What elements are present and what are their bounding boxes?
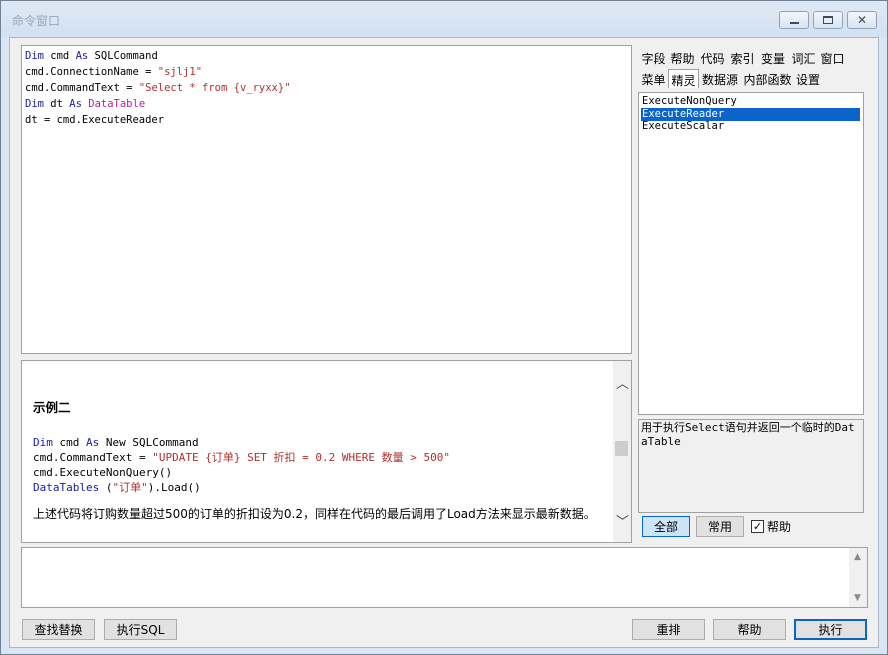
scroll-thumb[interactable] (615, 441, 628, 456)
minimize-button[interactable] (779, 11, 809, 29)
help-checkbox-label: 帮助 (767, 520, 792, 534)
scroll-down-icon[interactable]: ﹀ (616, 511, 629, 530)
code-token: As (75, 50, 89, 62)
tab-4[interactable]: 变量 (758, 48, 788, 67)
output-scrollbar[interactable]: ▲ ▼ (849, 548, 867, 607)
code-token: ( (99, 481, 113, 494)
code-token: As (69, 98, 82, 110)
code-token: cmd.CommandText = (33, 451, 153, 464)
find-replace-button[interactable]: 查找替换 (22, 619, 95, 640)
code-line: cmd.ExecuteNonQuery() (33, 465, 609, 480)
method-list[interactable]: ExecuteNonQuery ExecuteReader ExecuteScala… (638, 92, 864, 415)
code-token: "UPDATE {订单} SET 折扣 = 0.2 WHERE 数量 > 500… (152, 451, 451, 464)
code-line: Dim cmd As New SQLCommand (33, 435, 609, 450)
help-pane[interactable]: 示例二 Dim cmd As New SQLCommand cmd.Command… (21, 360, 632, 543)
maximize-button[interactable] (813, 11, 843, 29)
maximize-icon (823, 16, 833, 24)
tab-2[interactable]: 代码 (698, 48, 727, 67)
code-token: cmd (52, 436, 86, 449)
code-line: Dim dt As DataTable (25, 96, 628, 112)
tab-6[interactable]: 窗口 (818, 48, 847, 67)
scroll-up-icon[interactable]: ︿ (616, 373, 629, 392)
method-item[interactable]: ExecuteReader (641, 107, 860, 121)
title-bar[interactable]: 命令窗口 ✕ (1, 1, 887, 37)
close-button[interactable]: ✕ (847, 11, 877, 29)
code-token: dt (43, 98, 70, 110)
code-token: Dim (33, 436, 53, 449)
output-area[interactable]: ▲ ▼ (21, 547, 868, 608)
command-window: 命令窗口 ✕ Dim cmd As SQLCommand cmd.Connecti… (0, 0, 888, 655)
code-token: DataTables (33, 481, 100, 494)
filter-common-button[interactable]: 常用 (696, 516, 744, 537)
tab-0[interactable]: 字段 (639, 48, 668, 67)
tab-1[interactable]: 精灵 (668, 69, 699, 88)
code-token: dt = cmd.ExecuteReader (25, 114, 165, 126)
code-token: ).Load() (147, 481, 201, 494)
code-lines: Dim cmd As SQLCommand cmd.ConnectionName … (25, 48, 628, 128)
tab-5[interactable]: 词汇 (789, 48, 818, 67)
code-line: cmd.ConnectionName = "sjlj1" (25, 64, 628, 80)
code-editor[interactable]: Dim cmd As SQLCommand cmd.ConnectionName … (21, 45, 632, 354)
code-token: "订单" (112, 481, 148, 494)
code-line: dt = cmd.ExecuteReader (25, 112, 628, 128)
tab-3[interactable]: 索引 (728, 48, 757, 67)
tab-0[interactable]: 菜单 (639, 69, 668, 88)
tab-4[interactable]: 设置 (794, 69, 822, 88)
rearrange-button[interactable]: 重排 (632, 619, 705, 640)
output-scroll-down-icon[interactable]: ▼ (854, 593, 861, 603)
code-token: New SQLCommand (99, 436, 199, 449)
code-token: Dim (25, 98, 44, 110)
help-button[interactable]: 帮助 (713, 619, 786, 640)
code-token: cmd.ConnectionName = (25, 66, 158, 78)
code-token: Dim (25, 50, 44, 62)
tab-3[interactable]: 内部函数 (741, 69, 794, 88)
execute-sql-button[interactable]: 执行SQL (104, 619, 177, 640)
help-heading: 示例二 (33, 400, 71, 415)
description-box: 用于执行Select语句并返回一个临时的DataTable (638, 419, 864, 513)
code-line: cmd.CommandText = "Select * from {v_ryxx… (25, 80, 628, 96)
code-token: cmd.ExecuteNonQuery() (33, 466, 173, 479)
code-token: DataTable (88, 98, 146, 110)
code-line: Dim cmd As SQLCommand (25, 48, 628, 64)
code-line: cmd.CommandText = "UPDATE {订单} SET 折扣 = … (33, 450, 609, 465)
description-text: 用于执行Select语句并返回一个临时的DataTable (641, 421, 855, 448)
code-token: cmd.CommandText = (25, 82, 139, 94)
method-item[interactable]: ExecuteScalar (641, 120, 724, 133)
code-token: "sjlj1" (157, 66, 203, 78)
minimize-icon (789, 22, 799, 24)
execute-button[interactable]: 执行 (794, 619, 867, 640)
code-token: "Select * from {v_ryxx}" (138, 82, 291, 94)
output-scroll-up-icon[interactable]: ▲ (854, 552, 861, 562)
code-line: DataTables ("订单").Load() (33, 480, 609, 495)
help-paragraph: 上述代码将订购数量超过500的订单的折扣设为0.2，同样在代码的最后调用了Loa… (33, 507, 596, 521)
filter-all-button[interactable]: 全部 (642, 516, 690, 537)
window-title: 命令窗口 (12, 14, 61, 28)
method-item[interactable]: ExecuteNonQuery (641, 95, 737, 108)
code-token: SQLCommand (88, 50, 158, 62)
client-area: Dim cmd As SQLCommand cmd.ConnectionName … (9, 37, 879, 648)
tab-1[interactable]: 帮助 (668, 48, 697, 67)
help-scrollbar[interactable]: ︿ ﹀ (613, 361, 631, 542)
help-code: Dim cmd As New SQLCommand cmd.CommandText… (33, 435, 609, 495)
close-icon: ✕ (856, 13, 868, 27)
help-checkbox[interactable]: ✓ (751, 520, 764, 533)
code-token: As (86, 436, 100, 449)
code-token: cmd (43, 50, 76, 62)
tab-2[interactable]: 数据源 (699, 69, 741, 88)
